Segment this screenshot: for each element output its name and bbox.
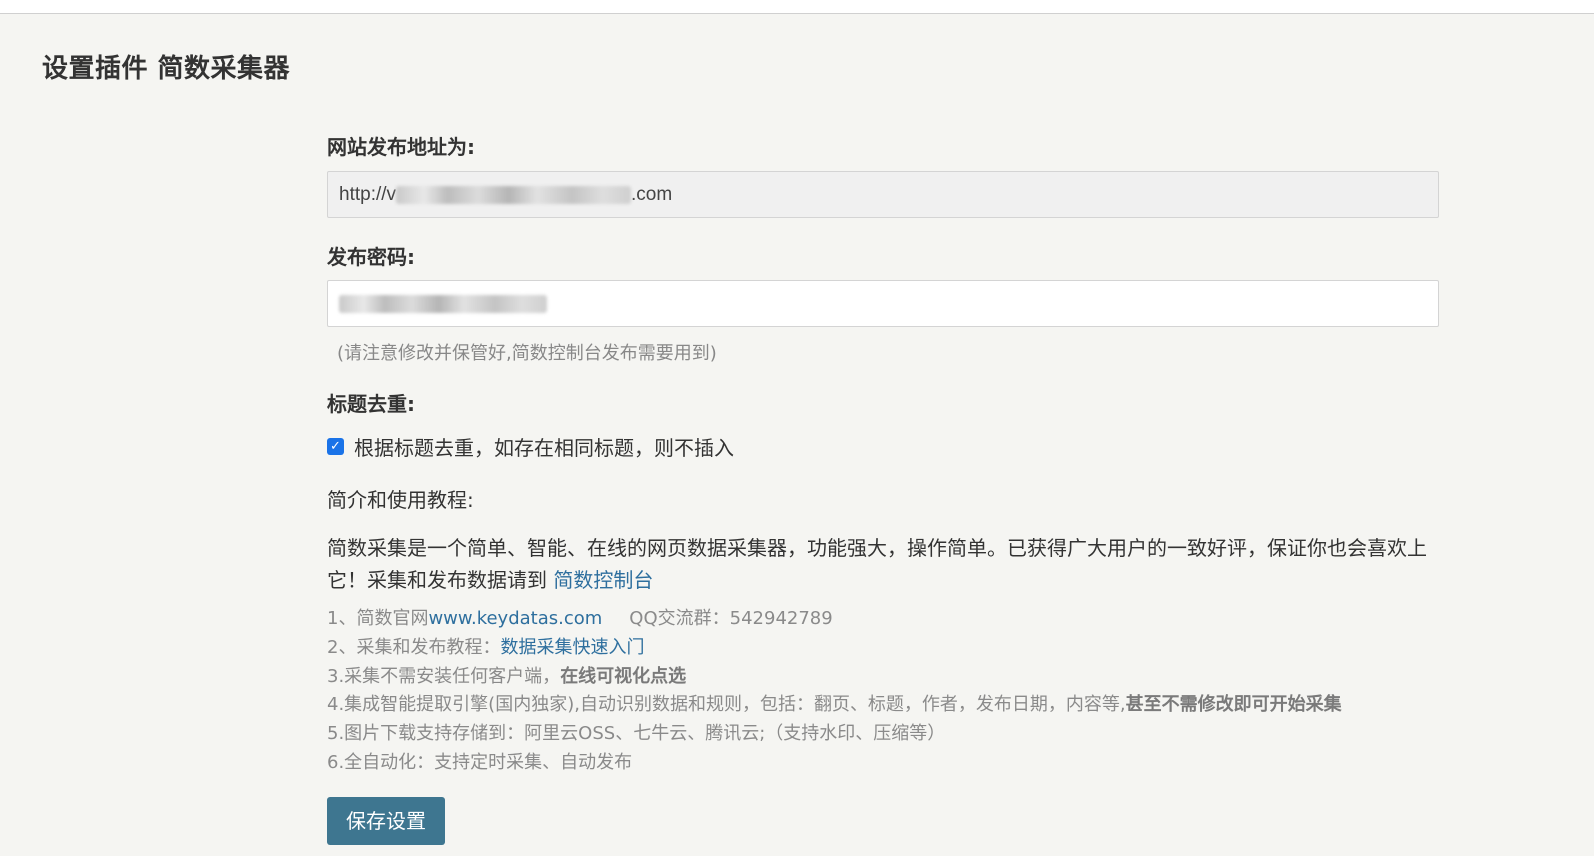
page-title: 设置插件 简数采集器 [42,54,291,84]
save-button[interactable]: 保存设置 [327,797,445,845]
tip3-prefix: 3.采集不需安装任何客户端， [327,665,561,687]
url-suffix: .com [631,184,673,205]
intro-description: 简数采集是一个简单、智能、在线的网页数据采集器，功能强大，操作简单。已获得广大用… [327,532,1439,596]
dedupe-checkbox-label[interactable]: 根据标题去重，如存在相同标题，则不插入 [354,432,734,461]
console-link[interactable]: 简数控制台 [553,568,653,592]
url-label: 网站发布地址为: [327,135,475,159]
tip3-bold: 在线可视化点选 [560,665,687,687]
list-item: 2、采集和发布教程：数据采集快速入门 [327,634,1342,663]
list-item: 4.集成智能提取引擎(国内独家),自动识别数据和规则，包括：翻页、标题，作者，发… [327,691,1342,720]
feature-list: 1、简数官网www.keydatas.com QQ交流群：542942789 2、… [327,605,1342,778]
tip2-prefix: 2、采集和发布教程： [327,636,501,658]
list-item: 6.全自动化：支持定时采集、自动发布 [327,751,633,773]
site-url-field[interactable]: http://v .com [327,171,1439,218]
qq-group-text: QQ交流群：542942789 [629,608,833,629]
dedupe-option[interactable]: ✓ 根据标题去重，如存在相同标题，则不插入 [327,432,734,461]
list-item: 1、简数官网www.keydatas.com QQ交流群：542942789 [327,605,1342,634]
password-input[interactable] [327,280,1439,327]
tip4-prefix: 4.集成智能提取引擎(国内独家),自动识别数据和规则，包括：翻页、标题，作者，发… [327,694,1126,716]
tip4-bold: 甚至不需修改即可开始采集 [1125,694,1342,716]
tutorial-link[interactable]: 数据采集快速入门 [500,637,644,658]
password-label: 发布密码: [327,245,415,269]
password-hint: (请注意修改并保管好,简数控制台发布需要用到) [337,343,717,364]
intro-heading: 简介和使用教程: [327,488,474,512]
redacted-password-mask [339,294,547,313]
url-prefix: http://v [339,184,397,205]
redacted-url-mask [396,185,632,204]
tip1-prefix: 1、简数官网 [327,608,429,629]
intro-text: 简数采集是一个简单、智能、在线的网页数据采集器，功能强大，操作简单。已获得广大用… [327,536,1427,592]
dedupe-checkbox[interactable]: ✓ [327,438,344,455]
top-bar [0,0,1594,14]
list-item: 5.图片下载支持存储到：阿里云OSS、七牛云、腾讯云;（支持水印、压缩等） [327,723,946,745]
list-item: 3.采集不需安装任何客户端，在线可视化点选 [327,663,1342,692]
dedupe-label: 标题去重: [327,392,415,416]
official-site-link[interactable]: www.keydatas.com [428,608,602,629]
